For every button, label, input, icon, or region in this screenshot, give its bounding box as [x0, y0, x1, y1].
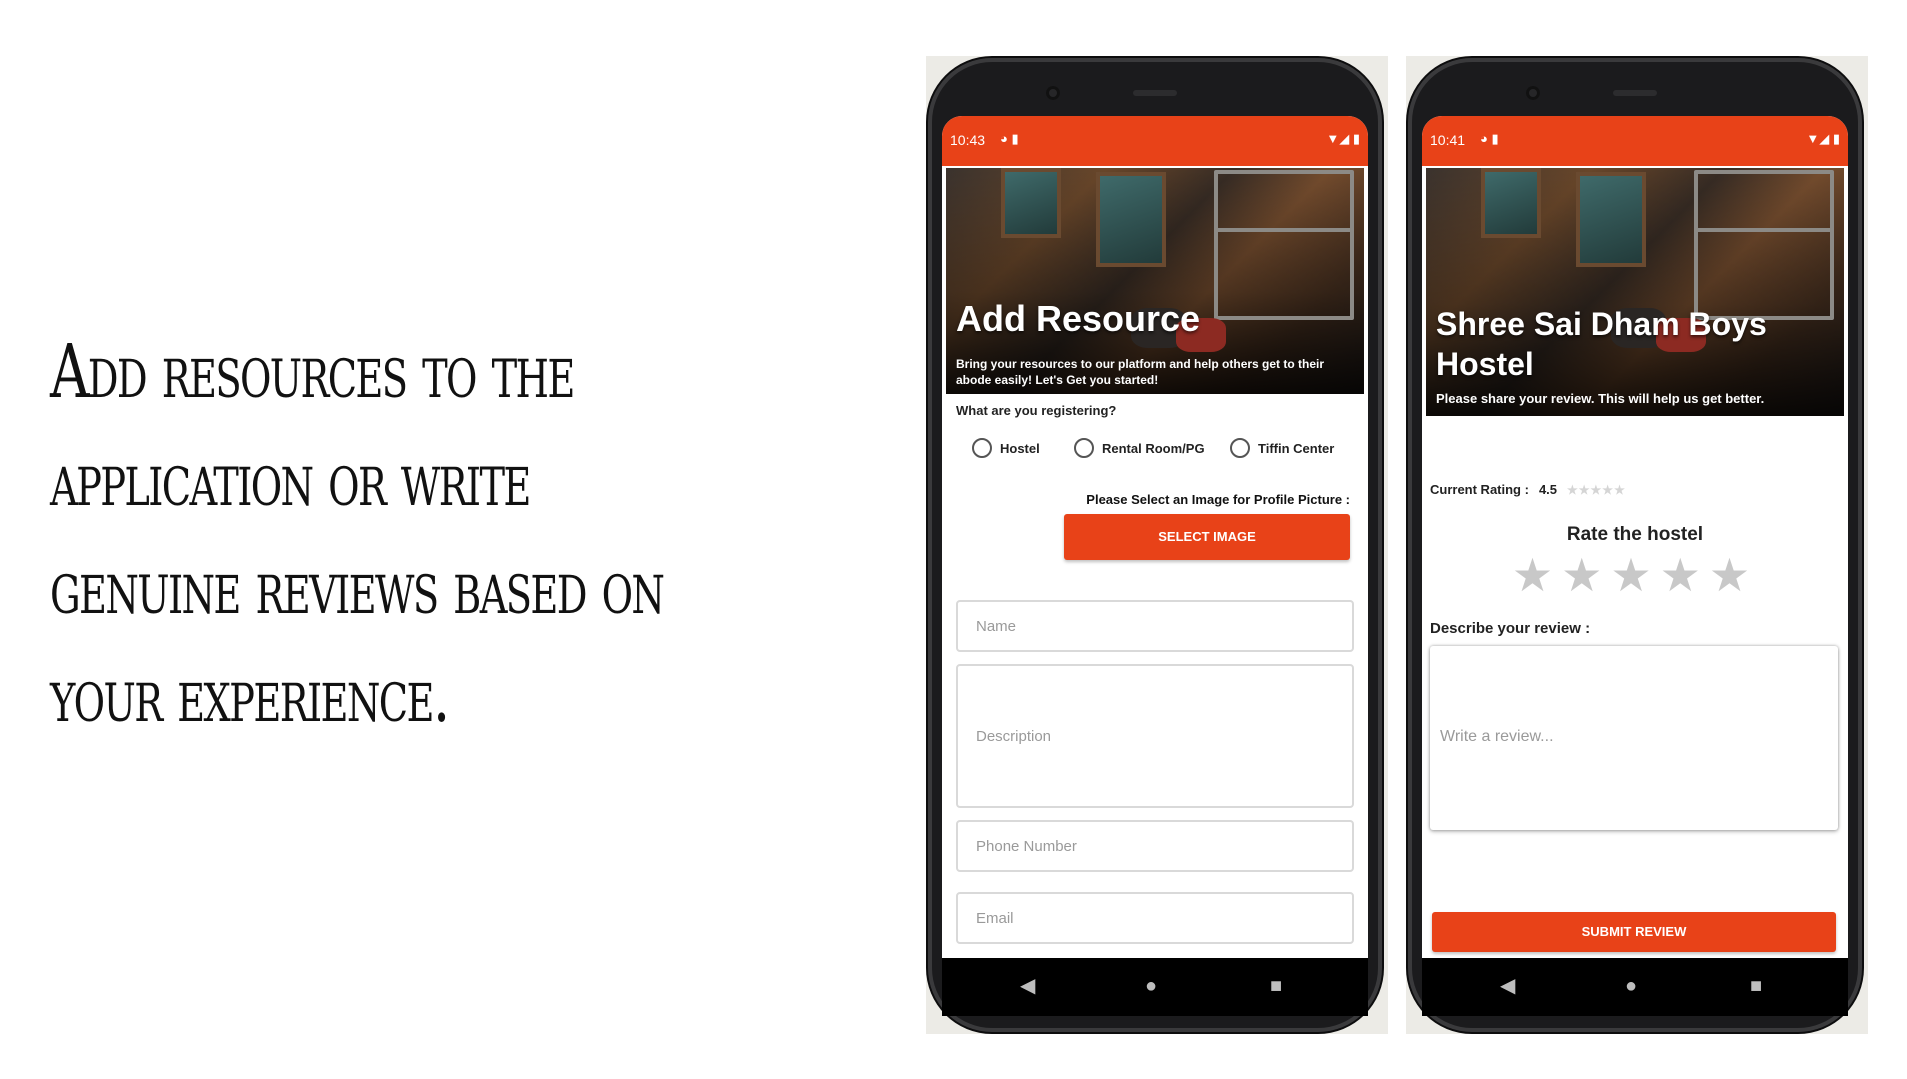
email-field[interactable]: Email	[956, 892, 1354, 944]
back-icon[interactable]: ◀	[1500, 976, 1515, 996]
star-icon[interactable]: ★	[1709, 549, 1758, 601]
home-icon[interactable]: ●	[1145, 976, 1157, 996]
profile-image-label: Please Select an Image for Profile Pictu…	[1086, 492, 1350, 507]
speaker-grille	[1133, 90, 1177, 96]
review-placeholder: Write a review...	[1440, 728, 1554, 745]
hero-bunk-bed	[1214, 170, 1354, 320]
radio-circle-icon	[972, 438, 992, 458]
mini-star-icons: ★★★★★	[1567, 482, 1626, 497]
star-rating-input[interactable]: ★★★★★	[1422, 548, 1848, 602]
description-placeholder: Description	[976, 728, 1052, 745]
review-input[interactable]: Write a review...	[1430, 646, 1838, 830]
nav-bar: ◀ ● ■	[942, 958, 1368, 1016]
radio-label: Rental Room/PG	[1102, 440, 1205, 456]
star-icon[interactable]: ★	[1512, 549, 1561, 601]
star-icon[interactable]: ★	[1561, 549, 1610, 601]
hero-title: Shree Sai Dham Boys Hostel	[1436, 306, 1767, 382]
select-image-button[interactable]: SELECT IMAGE	[1064, 514, 1350, 560]
speaker-grille	[1613, 90, 1657, 96]
current-rating: Current Rating : 4.5 ★★★★★	[1430, 482, 1626, 497]
submit-review-button[interactable]: SUBMIT REVIEW	[1432, 912, 1836, 952]
left-phone: 10:43 ◕ ▮ ▼◢ ▮ Add Resource Bring your r…	[928, 58, 1382, 1032]
nav-bar: ◀ ● ■	[1422, 958, 1848, 1016]
signal-battery-icon: ▼◢ ▮	[1806, 131, 1840, 146]
signal-battery-icon: ▼◢ ▮	[1326, 131, 1360, 146]
radio-hostel[interactable]: Hostel	[972, 438, 1040, 458]
radio-circle-icon	[1074, 438, 1094, 458]
radio-rental-room[interactable]: Rental Room/PG	[1074, 438, 1205, 458]
phone-placeholder: Phone Number	[976, 838, 1077, 855]
status-bar: 10:41 ◕ ▮ ▼◢ ▮	[1422, 116, 1848, 166]
recents-icon[interactable]: ■	[1270, 976, 1282, 996]
hero-window	[1576, 172, 1646, 267]
radio-label: Tiffin Center	[1258, 440, 1335, 456]
hero-bunk-bed	[1694, 170, 1834, 320]
notification-icons: ◕ ▮	[1000, 131, 1019, 146]
home-icon[interactable]: ●	[1625, 976, 1637, 996]
hero-banner: Shree Sai Dham Boys Hostel Please share …	[1426, 168, 1844, 416]
description-field[interactable]: Description	[956, 664, 1354, 808]
hero-window	[1001, 168, 1061, 238]
right-screen: 10:41 ◕ ▮ ▼◢ ▮ Shree Sai Dham Boys Hoste…	[1422, 116, 1848, 1016]
radio-tiffin-center[interactable]: Tiffin Center	[1230, 438, 1334, 458]
rate-title: Rate the hostel	[1566, 524, 1704, 545]
hero-title: Add Resource	[956, 298, 1201, 339]
left-screen: 10:43 ◕ ▮ ▼◢ ▮ Add Resource Bring your r…	[942, 116, 1368, 1016]
name-field[interactable]: Name	[956, 600, 1354, 652]
back-icon[interactable]: ◀	[1020, 976, 1035, 996]
right-phone: 10:41 ◕ ▮ ▼◢ ▮ Shree Sai Dham Boys Hoste…	[1408, 58, 1862, 1032]
email-placeholder: Email	[976, 910, 1014, 927]
rating-label: Current Rating :	[1430, 482, 1529, 497]
hero-bunk-bed	[1214, 228, 1354, 232]
camera-icon	[1046, 86, 1060, 100]
camera-icon	[1526, 86, 1540, 100]
hero-subtitle: Please share your review. This will help…	[1436, 391, 1765, 406]
rating-value: 4.5	[1538, 482, 1558, 497]
star-icon[interactable]: ★	[1660, 549, 1709, 601]
phone-number-field[interactable]: Phone Number	[956, 820, 1354, 872]
status-time: 10:41	[1430, 132, 1466, 148]
name-placeholder: Name	[976, 618, 1017, 635]
star-icon[interactable]: ★	[1610, 549, 1659, 601]
radio-label: Hostel	[1000, 440, 1040, 456]
headline: Add resources to the application or writ…	[50, 329, 665, 739]
notification-icons: ◕ ▮	[1480, 131, 1499, 146]
hero-window	[1096, 172, 1166, 267]
radio-circle-icon	[1230, 438, 1250, 458]
registering-question: What are you registering?	[956, 403, 1117, 418]
hero-window	[1481, 168, 1541, 238]
status-bar: 10:43 ◕ ▮ ▼◢ ▮	[942, 116, 1368, 166]
hero-bunk-bed	[1694, 228, 1834, 232]
hero-subtitle: Bring your resources to our platform and…	[956, 357, 1325, 387]
hero-banner: Add Resource Bring your resources to our…	[946, 168, 1364, 394]
describe-review-label: Describe your review :	[1430, 620, 1591, 637]
recents-icon[interactable]: ■	[1750, 976, 1762, 996]
status-time: 10:43	[950, 132, 986, 148]
